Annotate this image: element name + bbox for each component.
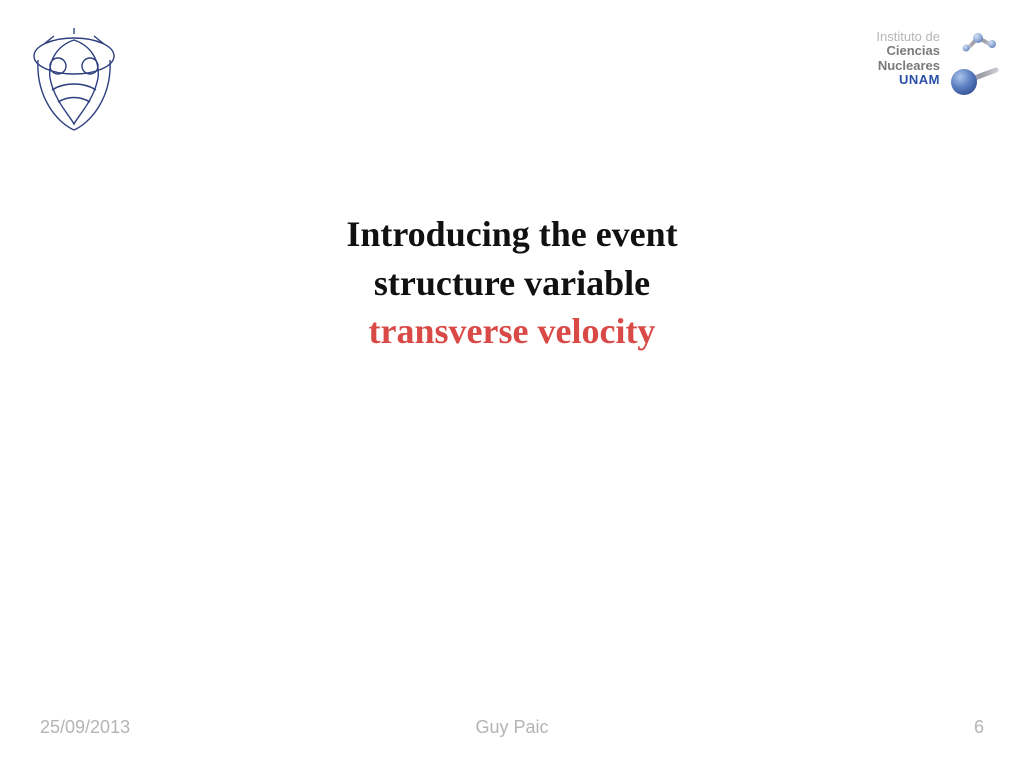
logo-right-line2: Ciencias: [876, 44, 940, 58]
title-line1: Introducing the event: [346, 210, 677, 259]
footer-author: Guy Paic: [475, 717, 548, 738]
slide-footer: 25/09/2013 Guy Paic 6: [0, 717, 1024, 738]
logo-right-line3: Nucleares: [876, 59, 940, 73]
title-line3: transverse velocity: [346, 307, 677, 356]
logo-right-line4: UNAM: [876, 73, 940, 87]
unam-crest-icon: [26, 26, 122, 132]
slide: Instituto de Ciencias Nucleares UNAM: [0, 0, 1024, 768]
footer-date: 25/09/2013: [40, 717, 130, 738]
icn-unam-logo: Instituto de Ciencias Nucleares UNAM: [864, 30, 1004, 100]
title-line2: structure variable: [346, 259, 677, 308]
slide-title: Introducing the event structure variable…: [346, 210, 677, 356]
footer-page-number: 6: [974, 717, 984, 738]
logo-right-line1: Instituto de: [876, 30, 940, 44]
molecule-icon: [948, 30, 1004, 100]
unam-crest-logo: [26, 26, 122, 132]
